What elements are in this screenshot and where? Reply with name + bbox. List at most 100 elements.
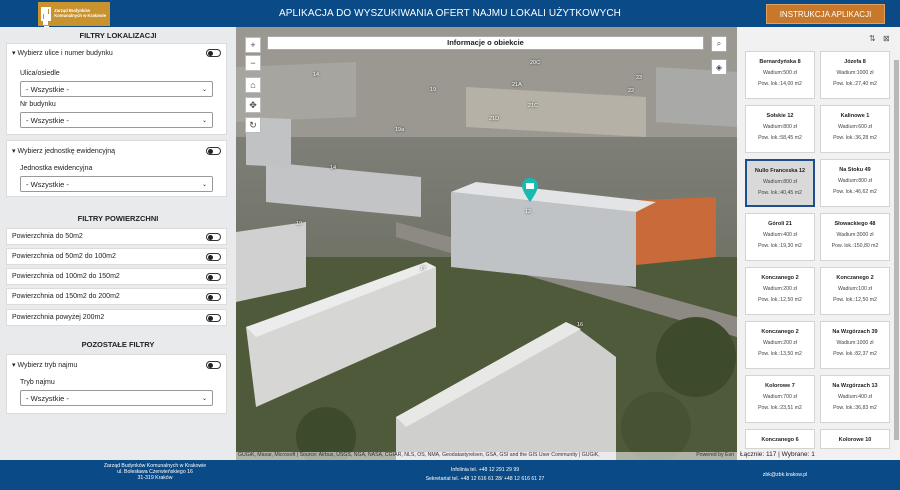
listing-address: Konczanego 6 bbox=[761, 437, 799, 443]
listing-tile[interactable]: Kolorowe 10 Wadium:3000 zł bbox=[820, 429, 890, 449]
map-attribution: GUGiK, Maxar, Microsoft | Source: Airbus… bbox=[236, 452, 737, 460]
chevron-down-icon: ⌄ bbox=[201, 395, 207, 402]
listing-tile[interactable]: Sołskie 12 Wadium:800 zł Pow. lok.:58,45 m… bbox=[745, 105, 815, 153]
area-filter-label: Powierzchnia powyżej 200m2 bbox=[12, 314, 105, 321]
number-select[interactable]: - Wszystkie - ⌄ bbox=[20, 112, 213, 128]
map-label: 20C bbox=[530, 60, 541, 66]
layers-icon[interactable]: ◈ bbox=[711, 59, 727, 75]
unit-select-value: - Wszystkie - bbox=[26, 179, 69, 189]
unit-toggle-label: ▾ Wybierz jednostkę ewidencyjną bbox=[12, 147, 115, 155]
area-filters-title: FILTRY POWIERZCHNI bbox=[77, 214, 159, 223]
listing-deposit: Wadium:800 zł bbox=[837, 178, 873, 184]
street-label: Ulica/osiedle bbox=[20, 70, 60, 77]
map-label: 14 bbox=[313, 72, 320, 78]
listing-area: Pow. lok.:36,83 m2 bbox=[833, 405, 877, 411]
rent-select[interactable]: - Wszystkie - ⌄ bbox=[20, 390, 213, 406]
listing-address: Góroli 21 bbox=[768, 221, 792, 227]
unit-filter-card: ▾ Wybierz jednostkę ewidencyjną Jednostk… bbox=[6, 140, 227, 197]
listing-deposit: Wadium:1000 zł bbox=[836, 70, 874, 76]
listing-area: Pow. lok.:40,45 m2 bbox=[758, 190, 802, 196]
aerial-imagery bbox=[236, 27, 737, 460]
listing-tile[interactable]: Góroli 21 Wadium:400 zł Pow. lok.:19,30 m2 bbox=[745, 213, 815, 261]
listing-deposit: Wadium:400 zł bbox=[837, 394, 873, 400]
listing-deposit: Wadium:1000 zł bbox=[836, 340, 874, 346]
results-counter: Łącznie: 117 | Wybrane: 1 bbox=[740, 451, 815, 458]
street-toggle-text: Wybierz ulice i numer budynku bbox=[17, 50, 113, 57]
map-label: 21D bbox=[489, 116, 500, 122]
listing-address: Konczanego 2 bbox=[761, 329, 799, 335]
sort-icon[interactable]: ⇅ bbox=[869, 34, 876, 43]
listing-area: Pow. lok.:46,62 m2 bbox=[833, 189, 877, 195]
location-filters-title: FILTRY LOKALIZACJI bbox=[79, 31, 157, 40]
listing-tile[interactable]: Bernardyńska 8 Wadium:500 zł Pow. lok.:14,… bbox=[745, 51, 815, 99]
listing-address: Na Wzgórzach 13 bbox=[832, 383, 878, 389]
area-toggle[interactable] bbox=[206, 232, 221, 241]
listing-address: Konczanego 2 bbox=[836, 275, 874, 281]
listing-tile[interactable]: Konczanego 6 bbox=[745, 429, 815, 449]
listing-tile[interactable]: Kolorowe 7 Wadium:700 zł Pow. lok.:23,51 m… bbox=[745, 375, 815, 423]
scrollbar[interactable] bbox=[894, 60, 899, 440]
search-icon[interactable]: ⌕ bbox=[711, 36, 727, 52]
listing-address: Kalinowe 1 bbox=[840, 113, 870, 119]
listing-tile[interactable]: Na Wzgórzach 13 Wadium:400 zł Pow. lok.:36… bbox=[820, 375, 890, 423]
rent-toggle-text: Wybierz tryb najmu bbox=[17, 362, 78, 369]
location-pin-icon[interactable] bbox=[521, 177, 539, 208]
home-icon[interactable]: ⌂ bbox=[245, 77, 261, 93]
area-toggle[interactable] bbox=[206, 272, 221, 281]
number-label: Nr budynku bbox=[20, 101, 56, 108]
listing-area: Pow. lok.:27,40 m2 bbox=[833, 81, 877, 87]
area-toggle[interactable] bbox=[206, 252, 221, 261]
street-toggle[interactable] bbox=[206, 49, 221, 57]
footer-city: 31-319 Kraków bbox=[137, 475, 173, 482]
area-filter-label: Powierzchnia od 150m2 do 200m2 bbox=[12, 293, 120, 300]
instructions-button[interactable]: INSTRUKCJA APLIKACJI bbox=[766, 4, 885, 24]
map-view[interactable] bbox=[236, 27, 737, 460]
street-select[interactable]: - Wszystkie - ⌄ bbox=[20, 81, 213, 97]
listing-tile[interactable]: Na Stoku 49 Wadium:800 zł Pow. lok.:46,62 … bbox=[820, 159, 890, 207]
clear-filter-icon[interactable]: ⊠ bbox=[883, 34, 890, 43]
rent-label: Tryb najmu bbox=[20, 379, 55, 386]
rent-toggle[interactable] bbox=[206, 361, 221, 369]
listing-area: Pow. lok.:19,30 m2 bbox=[758, 243, 802, 249]
listing-tile[interactable]: Józefa 8 Wadium:1000 zł Pow. lok.:27,40 m2 bbox=[820, 51, 890, 99]
listing-address: Bernardyńska 8 bbox=[759, 59, 801, 65]
listing-deposit: Wadium:800 zł bbox=[762, 179, 798, 185]
area-toggle[interactable] bbox=[206, 313, 221, 322]
unit-select[interactable]: - Wszystkie - ⌄ bbox=[20, 176, 213, 192]
unit-toggle[interactable] bbox=[206, 147, 221, 155]
listing-tile[interactable]: Konczanego 2 Wadium:100 zł Pow. lok.:12,50… bbox=[820, 267, 890, 315]
street-select-value: - Wszystkie - bbox=[26, 84, 69, 94]
map-label: 19 bbox=[296, 221, 303, 227]
listing-deposit: Wadium:500 zł bbox=[762, 70, 798, 76]
listing-tile[interactable]: Nullo Franceska 12 Wadium:800 zł Pow. lok.… bbox=[745, 159, 815, 207]
unit-label: Jednostka ewidencyjna bbox=[20, 165, 93, 172]
map-label: 14 bbox=[330, 165, 337, 171]
zoom-in-button[interactable]: + bbox=[245, 37, 261, 53]
rotate-icon[interactable]: ↻ bbox=[245, 117, 261, 133]
listing-address: Nullo Franceska 12 bbox=[754, 168, 806, 174]
listing-address: Słowackiego 48 bbox=[834, 221, 876, 227]
listing-deposit: Wadium:200 zł bbox=[762, 286, 798, 292]
listing-deposit: Wadium:3000 zł bbox=[821, 448, 889, 449]
listing-address: Sołskie 12 bbox=[766, 113, 794, 119]
listing-area: Pow. lok.:14,00 m2 bbox=[758, 81, 802, 87]
listing-area: Pow. lok.:23,51 m2 bbox=[758, 405, 802, 411]
map-label: 22 bbox=[628, 88, 635, 94]
listing-tile[interactable]: Słowackiego 48 Wadium:3000 zł Pow. lok.:15… bbox=[820, 213, 890, 261]
footer-email[interactable]: zbk@zbk.krakow.pl bbox=[745, 472, 825, 478]
pan-icon[interactable]: ✥ bbox=[245, 97, 261, 113]
footer-phones: Infolinia tel. +48 12 291 29 99 Sekretari… bbox=[400, 466, 570, 484]
listing-tile[interactable]: Konczanego 2 Wadium:200 zł Pow. lok.:12,50… bbox=[745, 267, 815, 315]
map-label: 19 bbox=[430, 87, 437, 93]
app-title: APLIKACJA DO WYSZUKIWANIA OFERT NAJMU LO… bbox=[278, 8, 622, 19]
listing-tile[interactable]: Na Wzgórzach 39 Wadium:1000 zł Pow. lok.:8… bbox=[820, 321, 890, 369]
listing-tile[interactable]: Konczanego 2 Wadium:200 zł Pow. lok.:13,50… bbox=[745, 321, 815, 369]
listing-address: Józefa 8 bbox=[844, 59, 866, 65]
map-label: 21A bbox=[512, 82, 522, 88]
rent-filter-card: ▾ Wybierz tryb najmu Tryb najmu - Wszyst… bbox=[6, 354, 227, 414]
listing-area: Pow. lok.:12,50 m2 bbox=[833, 297, 877, 303]
area-toggle[interactable] bbox=[206, 292, 221, 301]
filter-panel: FILTRY LOKALIZACJI ▾ Wybierz ulice i num… bbox=[0, 27, 236, 460]
listing-tile[interactable]: Kalinowe 1 Wadium:600 zł Pow. lok.:36,28 m… bbox=[820, 105, 890, 153]
zoom-out-button[interactable]: − bbox=[245, 55, 261, 71]
